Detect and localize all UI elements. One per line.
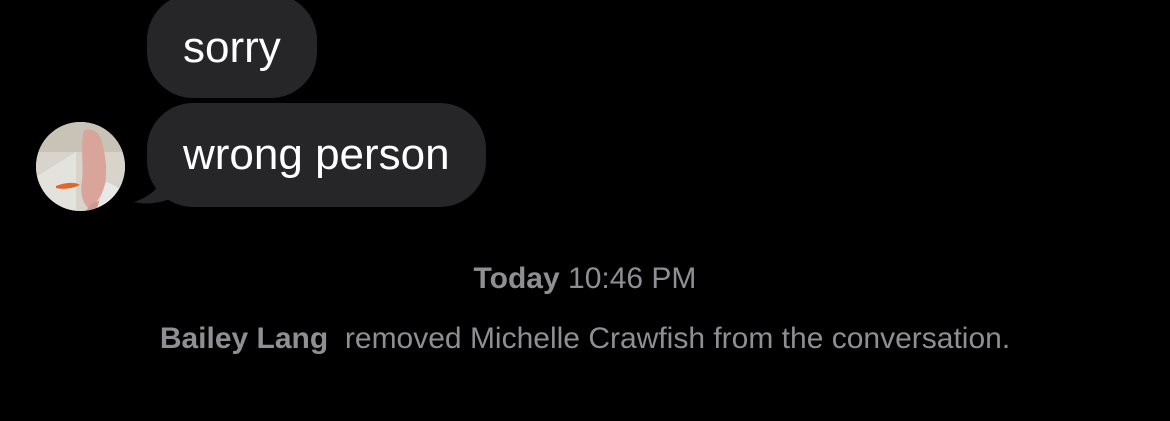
timestamp: Today 10:46 PM (0, 262, 1170, 296)
system-message-action: removed Michelle Crawfish from the conve… (344, 322, 1011, 355)
message-thread: sorry wrong person Today 10:46 PM Bailey… (0, 0, 1170, 421)
sender-avatar[interactable] (36, 122, 125, 211)
timestamp-day: Today (473, 262, 560, 295)
timestamp-time: 10:46 PM (568, 262, 697, 295)
message-text: sorry (183, 23, 281, 72)
message-bubble[interactable]: wrong person (147, 103, 486, 207)
message-bubble[interactable]: sorry (147, 0, 317, 98)
system-message-actor[interactable]: Bailey Lang (160, 322, 328, 355)
system-message: Bailey Lang removed Michelle Crawfish fr… (0, 322, 1170, 356)
message-text: wrong person (183, 130, 450, 179)
avatar-photo-icon (36, 122, 125, 211)
